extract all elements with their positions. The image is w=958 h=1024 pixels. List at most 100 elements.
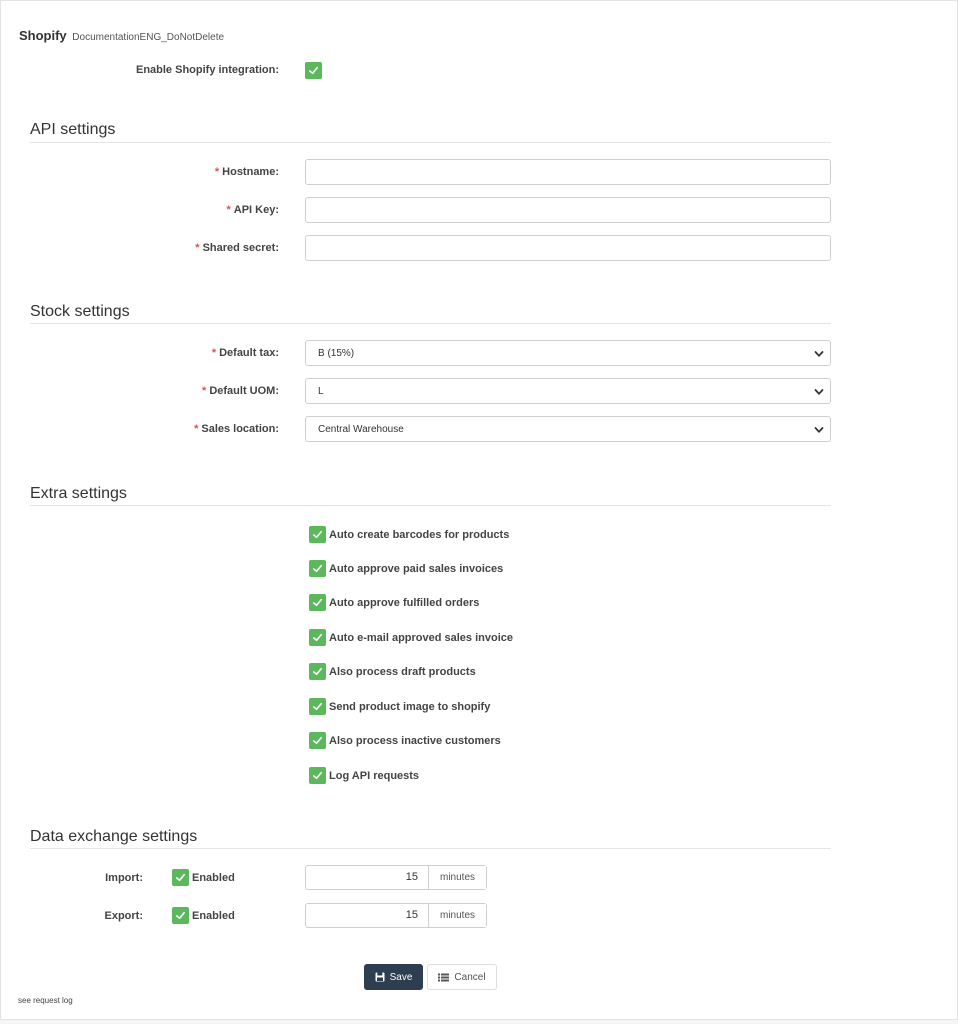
export-interval-group: 15 minutes — [305, 903, 487, 928]
checkbox[interactable] — [309, 560, 326, 577]
checkbox[interactable] — [172, 869, 189, 886]
default-tax-select[interactable]: B (15%) — [305, 340, 831, 366]
required-mark: * — [194, 423, 199, 435]
floppy-disk-icon — [375, 972, 385, 982]
default-tax-value: B (15%) — [318, 347, 355, 359]
api-key-label: * API Key: — [226, 204, 279, 216]
settings-panel: Shopify DocumentationENG_DoNotDelete Ena… — [0, 0, 958, 1020]
default-uom-label-text: Default UOM: — [209, 385, 279, 397]
checkbox[interactable] — [309, 594, 326, 611]
check-icon — [313, 633, 322, 642]
checkbox[interactable] — [309, 698, 326, 715]
shared-secret-label-text: Shared secret: — [202, 242, 279, 254]
option-log-api-requests[interactable]: Log API requests — [309, 767, 419, 784]
option-auto-email-approved-invoice[interactable]: Auto e-mail approved sales invoice — [309, 629, 513, 646]
checkbox[interactable] — [309, 629, 326, 646]
checkbox[interactable] — [309, 663, 326, 680]
api-settings-divider — [30, 142, 831, 143]
default-uom-value: L — [318, 385, 324, 397]
data-exchange-divider — [30, 848, 831, 849]
required-mark: * — [226, 204, 231, 216]
data-exchange-heading: Data exchange settings — [30, 828, 198, 845]
sales-location-select[interactable]: Central Warehouse — [305, 416, 831, 442]
page-title-text: Shopify — [19, 28, 67, 43]
required-mark: * — [202, 385, 207, 397]
option-send-product-image[interactable]: Send product image to shopify — [309, 698, 490, 715]
option-label: Log API requests — [329, 769, 420, 782]
option-process-inactive-customers[interactable]: Also process inactive customers — [309, 732, 501, 749]
check-icon — [176, 873, 185, 882]
import-enabled-label: Enabled — [192, 871, 235, 884]
check-icon — [313, 667, 322, 676]
option-auto-approve-fulfilled-orders[interactable]: Auto approve fulfilled orders — [309, 594, 479, 611]
check-icon — [313, 702, 322, 711]
check-icon — [313, 598, 322, 607]
required-mark: * — [211, 347, 217, 359]
import-interval-input[interactable]: 15 — [306, 866, 428, 889]
api-settings-heading: API settings — [30, 121, 116, 138]
required-mark: * — [214, 166, 220, 178]
see-request-log-link[interactable]: see request log — [18, 996, 73, 1005]
stock-settings-divider — [30, 323, 831, 324]
option-label: Auto approve paid sales invoices — [329, 562, 504, 575]
import-interval-unit: minutes — [428, 866, 486, 889]
shared-secret-label: * Shared secret: — [195, 242, 279, 254]
stock-settings-heading: Stock settings — [30, 303, 130, 320]
checkbox[interactable] — [309, 767, 326, 784]
option-process-draft-products[interactable]: Also process draft products — [309, 663, 476, 680]
check-icon — [313, 736, 322, 745]
chevron-down-icon — [814, 427, 824, 433]
export-enabled-toggle[interactable]: Enabled — [172, 907, 235, 924]
cancel-button[interactable]: Cancel — [427, 964, 497, 990]
sales-location-value: Central Warehouse — [318, 423, 404, 435]
default-tax-label-text: Default tax: — [219, 347, 279, 359]
option-label: Auto e-mail approved sales invoice — [329, 631, 514, 644]
option-label: Also process draft products — [329, 665, 476, 678]
checkbox[interactable] — [309, 526, 326, 543]
default-uom-label: * Default UOM: — [202, 385, 279, 397]
option-label: Auto approve fulfilled orders — [329, 596, 480, 609]
enable-integration-checkbox[interactable] — [305, 62, 322, 79]
option-label: Send product image to shopify — [329, 700, 491, 713]
hostname-label: * Hostname: — [215, 166, 279, 178]
import-label: Import: — [105, 872, 143, 884]
extra-settings-divider — [30, 505, 831, 506]
list-icon — [438, 973, 450, 981]
option-label: Auto create barcodes for products — [329, 528, 510, 541]
save-button[interactable]: Save — [364, 964, 423, 990]
api-key-input[interactable] — [305, 197, 831, 223]
check-icon — [313, 564, 322, 573]
hostname-input[interactable] — [305, 159, 831, 185]
checkbox[interactable] — [172, 907, 189, 924]
export-interval-input[interactable]: 15 — [306, 904, 428, 927]
enable-integration-label: Enable Shopify integration: — [135, 64, 279, 76]
sales-location-label: * Sales location: — [194, 423, 279, 435]
save-button-label: Save — [389, 971, 413, 983]
import-interval-group: 15 minutes — [305, 865, 487, 890]
default-uom-select[interactable]: L — [305, 378, 831, 404]
check-icon — [313, 771, 322, 780]
checkbox[interactable] — [309, 732, 326, 749]
page-subtitle: DocumentationENG_DoNotDelete — [72, 32, 225, 43]
check-icon — [309, 66, 318, 75]
extra-settings-heading: Extra settings — [30, 485, 127, 502]
check-icon — [313, 530, 322, 539]
sales-location-label-text: Sales location: — [201, 423, 279, 435]
export-enabled-label: Enabled — [192, 909, 235, 922]
cancel-button-label: Cancel — [454, 971, 486, 983]
import-enabled-toggle[interactable]: Enabled — [172, 869, 235, 886]
chevron-down-icon — [814, 351, 824, 357]
option-auto-approve-paid-invoices[interactable]: Auto approve paid sales invoices — [309, 560, 503, 577]
shared-secret-input[interactable] — [305, 235, 831, 261]
export-label: Export: — [104, 910, 144, 922]
export-interval-unit: minutes — [428, 904, 486, 927]
option-label: Also process inactive customers — [329, 734, 501, 747]
page-title: Shopify DocumentationENG_DoNotDelete — [19, 28, 224, 43]
check-icon — [176, 911, 185, 920]
required-mark: * — [195, 242, 200, 254]
chevron-down-icon — [814, 389, 824, 395]
default-tax-label: * Default tax: — [212, 347, 279, 359]
api-key-label-text: API Key: — [233, 204, 279, 216]
hostname-label-text: Hostname: — [222, 166, 279, 178]
option-auto-create-barcodes[interactable]: Auto create barcodes for products — [309, 526, 509, 543]
